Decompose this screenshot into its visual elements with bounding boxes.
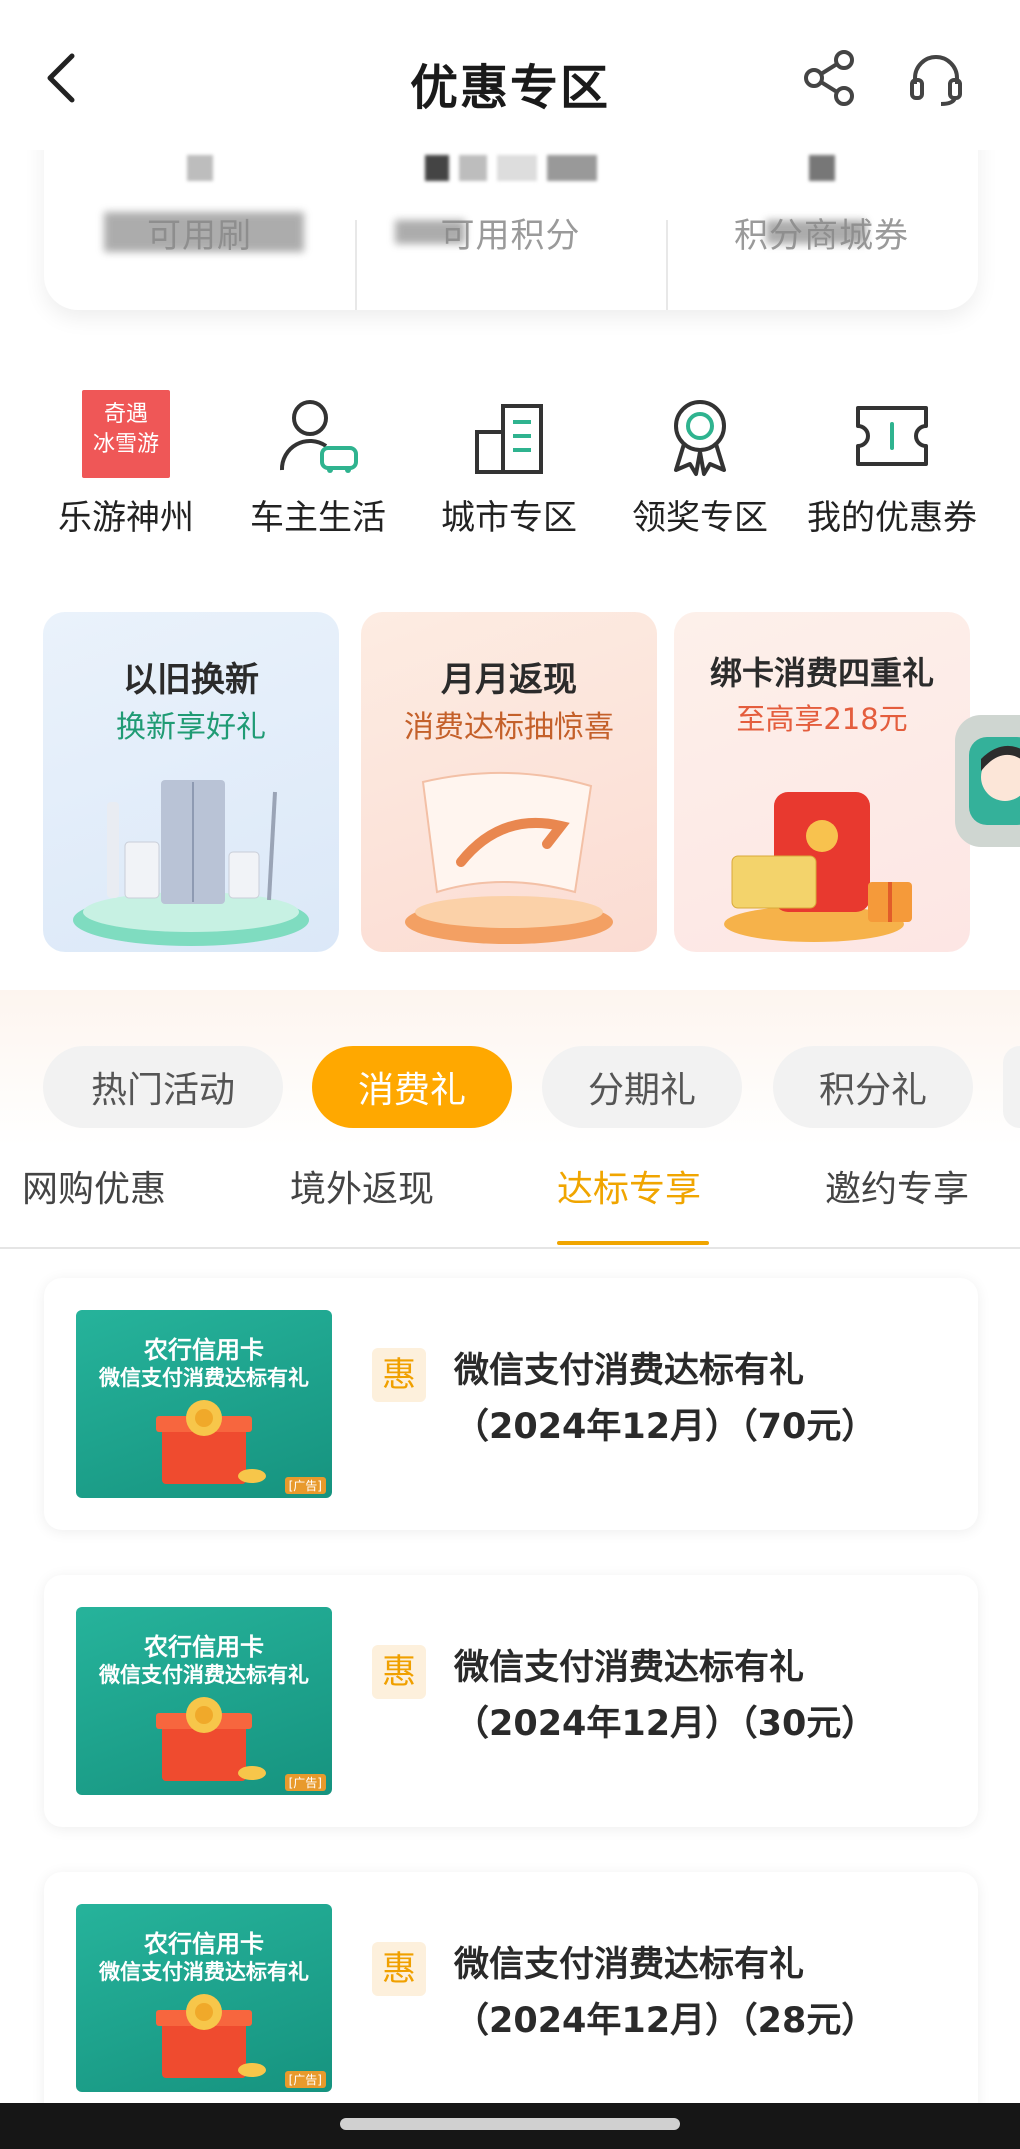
activity-thumbnail: 农行信用卡 微信支付消费达标有礼 [广告] [76, 1904, 332, 2092]
banner-title: 绑卡消费四重礼 [709, 654, 934, 692]
nav-label: 车主生活 [250, 498, 386, 538]
home-indicator[interactable] [340, 2118, 680, 2130]
banner-subtitle: 至高享218元 [736, 702, 908, 736]
discount-badge: 惠 [372, 1348, 426, 1402]
tab-points-gifts[interactable]: 积分礼 [773, 1046, 973, 1128]
subtab-overseas-cashback[interactable]: 境外返现 [290, 1160, 434, 1212]
nav-item-travel[interactable]: 奇遇 冰雪游 乐游神州 [31, 380, 221, 550]
divider [0, 1247, 1020, 1249]
gift-box-icon [156, 1994, 266, 2078]
activity-title: 微信支付消费达标有礼 [454, 1648, 805, 1688]
banner-subtitle: 换新享好礼 [116, 710, 266, 745]
scroll-illustration [405, 771, 613, 944]
points-value-blurred [44, 148, 355, 188]
subtab-invitation-exclusive[interactable]: 邀约专享 [825, 1160, 969, 1212]
logo-text: 奇遇 [103, 402, 148, 427]
activity-card[interactable]: 农行信用卡 微信支付消费达标有礼 [广告] 惠 微信支付消费达标有礼 （2024… [44, 1278, 978, 1530]
top-navigation-bar: 优惠专区 [0, 0, 1020, 150]
car-owner-icon [279, 400, 358, 473]
page: 可用刷 可用积分 积分商城券 [0, 0, 1020, 2149]
city-icon [475, 404, 543, 474]
banner-subtitle: 消费达标抽惊喜 [404, 710, 614, 745]
nav-item-city[interactable]: 城市专区 [414, 380, 604, 550]
privacy-blur [395, 220, 465, 244]
activity-subtitle: （2024年12月）（28元） [454, 2001, 877, 2041]
points-value-blurred [666, 148, 977, 188]
banner-title: 月月返现 [441, 660, 577, 700]
appliances-illustration [73, 780, 309, 946]
logo-text: 冰雪游 [92, 432, 159, 457]
banner-bind-card-gifts[interactable]: 绑卡消费四重礼 至高享218元 [674, 612, 970, 952]
activity-subtitle: （2024年12月）（70元） [454, 1407, 877, 1447]
activity-title: 微信支付消费达标有礼 [454, 1351, 805, 1391]
thumbnail-subtitle: 微信支付消费达标有礼 [99, 1960, 309, 1984]
nav-label: 城市专区 [441, 498, 577, 538]
customer-service-button[interactable] [905, 48, 967, 110]
privacy-blur [766, 220, 866, 244]
nav-label: 乐游神州 [58, 498, 194, 538]
headset-icon [910, 55, 962, 106]
thumbnail-title: 农行信用卡 [144, 1336, 264, 1364]
nav-label: 我的优惠券 [807, 498, 977, 538]
floating-assistant-avatar[interactable] [955, 715, 1020, 847]
share-button[interactable] [800, 48, 860, 108]
activity-subtitle: （2024年12月）（30元） [454, 1704, 877, 1744]
travel-promo-logo: 奇遇 冰雪游 [82, 390, 170, 478]
activity-thumbnail: 农行信用卡 微信支付消费达标有礼 [广告] [76, 1607, 332, 1795]
thumbnail-title: 农行信用卡 [144, 1930, 264, 1958]
banner-title: 以旧换新 [123, 660, 259, 700]
discount-badge: 惠 [372, 1645, 426, 1699]
thumbnail-subtitle: 微信支付消费达标有礼 [99, 1366, 309, 1390]
thumbnail-title: 农行信用卡 [144, 1633, 264, 1661]
activity-title: 微信支付消费达标有礼 [454, 1945, 805, 1985]
gift-box-icon [156, 1697, 266, 1781]
nav-item-car-owner[interactable]: 车主生活 [223, 380, 413, 550]
award-icon [674, 400, 726, 476]
tab-hot-activities[interactable]: 热门活动 [43, 1046, 283, 1128]
nav-item-my-coupons[interactable]: 我的优惠券 [797, 380, 987, 550]
coupon-icon [856, 406, 928, 466]
quick-nav: 奇遇 冰雪游 乐游神州 车主生活 城市专区 领奖专区 我的优惠券 [0, 380, 1020, 550]
ad-label: [广告] [284, 1774, 326, 1791]
ad-label: [广告] [284, 2071, 326, 2088]
assistant-avatar-icon [969, 737, 1020, 825]
tab-overflow[interactable] [1003, 1046, 1020, 1128]
banner-trade-in[interactable]: 以旧换新 换新享好礼 [43, 612, 339, 952]
nav-item-awards[interactable]: 领奖专区 [605, 380, 795, 550]
share-icon [804, 50, 854, 106]
subtab-threshold-exclusive[interactable]: 达标专享 [557, 1160, 701, 1212]
gift-box-icon [156, 1400, 266, 1484]
activity-card[interactable]: 农行信用卡 微信支付消费达标有礼 [广告] 惠 微信支付消费达标有礼 （2024… [44, 1575, 978, 1827]
tab-installment-gifts[interactable]: 分期礼 [542, 1046, 742, 1128]
nav-label: 领奖专区 [632, 498, 768, 538]
privacy-blur [104, 212, 304, 252]
red-envelope-illustration [724, 792, 912, 942]
tab-consumption-gifts[interactable]: 消费礼 [312, 1046, 512, 1128]
active-subtab-indicator [557, 1241, 709, 1245]
activity-card[interactable]: 农行信用卡 微信支付消费达标有礼 [广告] 惠 微信支付消费达标有礼 （2024… [44, 1872, 978, 2124]
points-value-blurred [355, 148, 666, 188]
page-title: 优惠专区 [409, 60, 610, 116]
activity-thumbnail: 农行信用卡 微信支付消费达标有礼 [广告] [76, 1310, 332, 1498]
subtab-online-shopping[interactable]: 网购优惠 [22, 1160, 166, 1212]
thumbnail-subtitle: 微信支付消费达标有礼 [99, 1663, 309, 1687]
banner-monthly-cashback[interactable]: 月月返现 消费达标抽惊喜 [361, 612, 657, 952]
ad-label: [广告] [284, 1477, 326, 1494]
discount-badge: 惠 [372, 1942, 426, 1996]
